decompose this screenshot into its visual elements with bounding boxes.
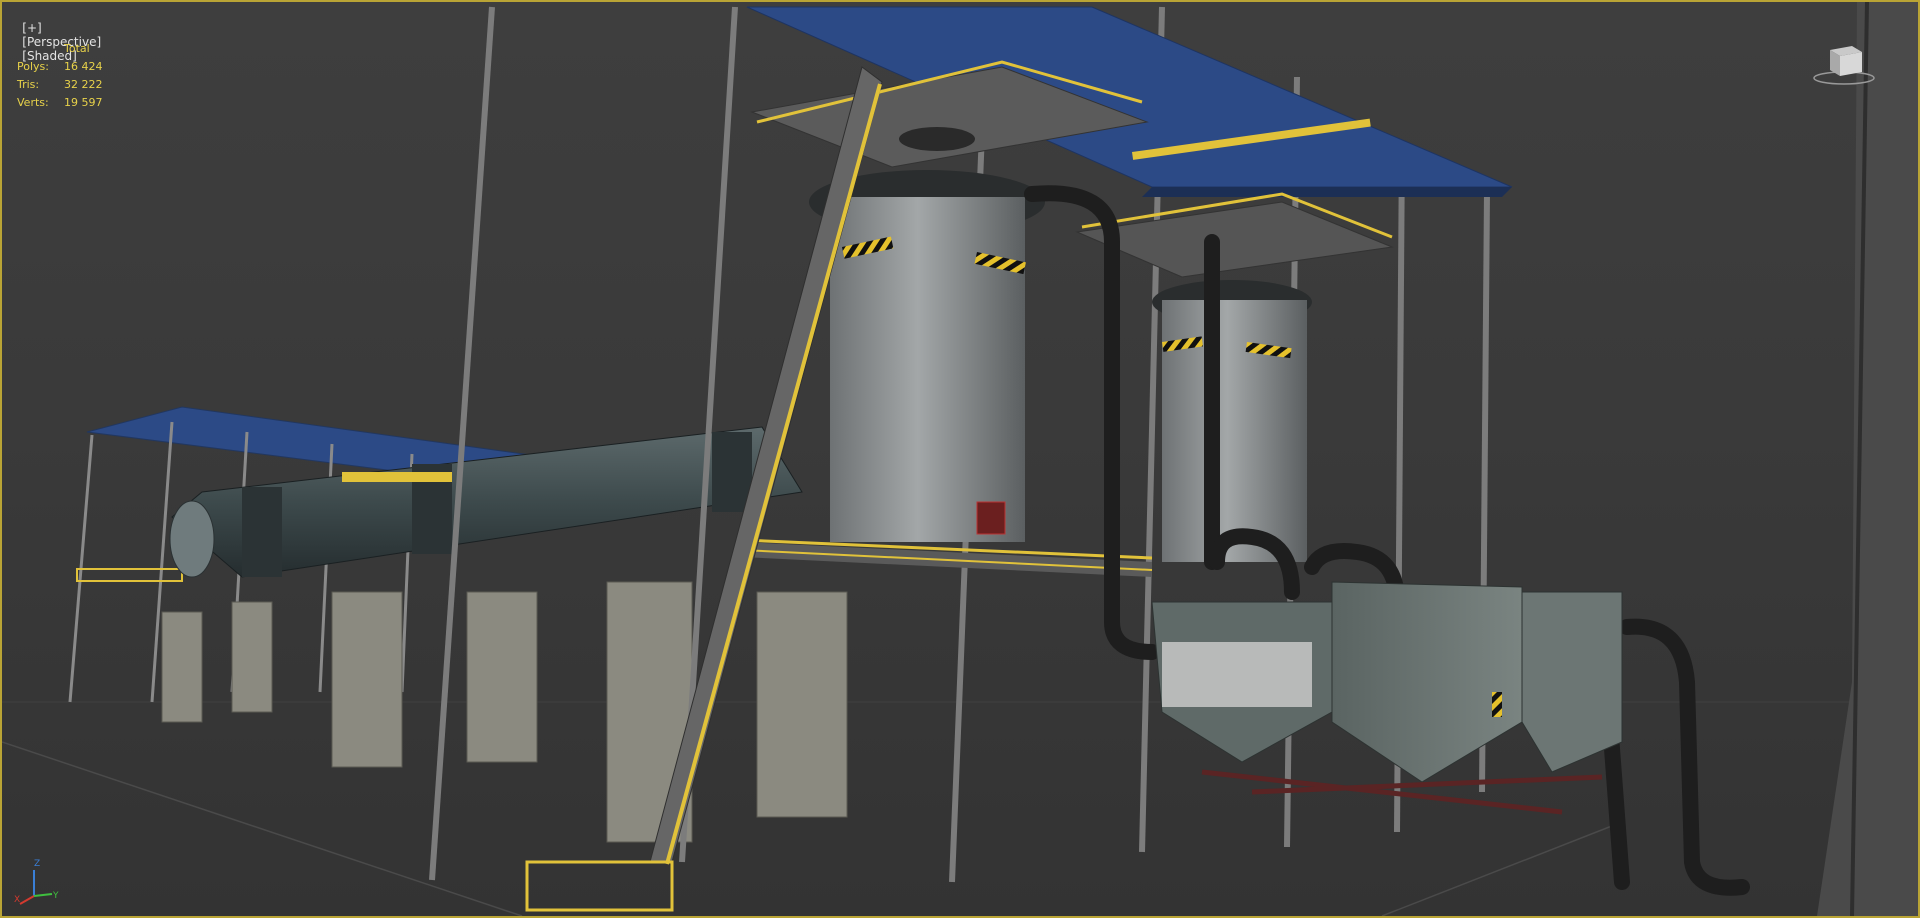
- stats-header: Total: [64, 42, 90, 55]
- scene-render[interactable]: [2, 2, 1918, 916]
- axis-x-label: X: [14, 895, 20, 905]
- stats-value: 19 597: [64, 96, 103, 109]
- stats-value: 16 424: [64, 60, 103, 73]
- viewcube-icon[interactable]: [1812, 40, 1876, 88]
- baghouse-filters: [1151, 581, 1623, 815]
- right-chimney: [1817, 2, 1918, 916]
- perspective-viewport[interactable]: [+] [Perspective] [Shaded] Total Polys: …: [0, 0, 1920, 918]
- axis-y-label: Y: [52, 891, 59, 901]
- stats-label: Verts:: [17, 96, 49, 109]
- concrete-piers: [161, 581, 848, 843]
- axis-z-label: Z: [34, 859, 40, 869]
- pipes: [1024, 185, 1750, 896]
- stats-label: Tris:: [17, 78, 40, 91]
- stats-value: 32 222: [64, 78, 103, 91]
- stats-label: Polys:: [17, 60, 49, 73]
- axis-tripod: Z X Y: [14, 859, 59, 905]
- viewport-menu-button[interactable]: [+]: [22, 21, 41, 35]
